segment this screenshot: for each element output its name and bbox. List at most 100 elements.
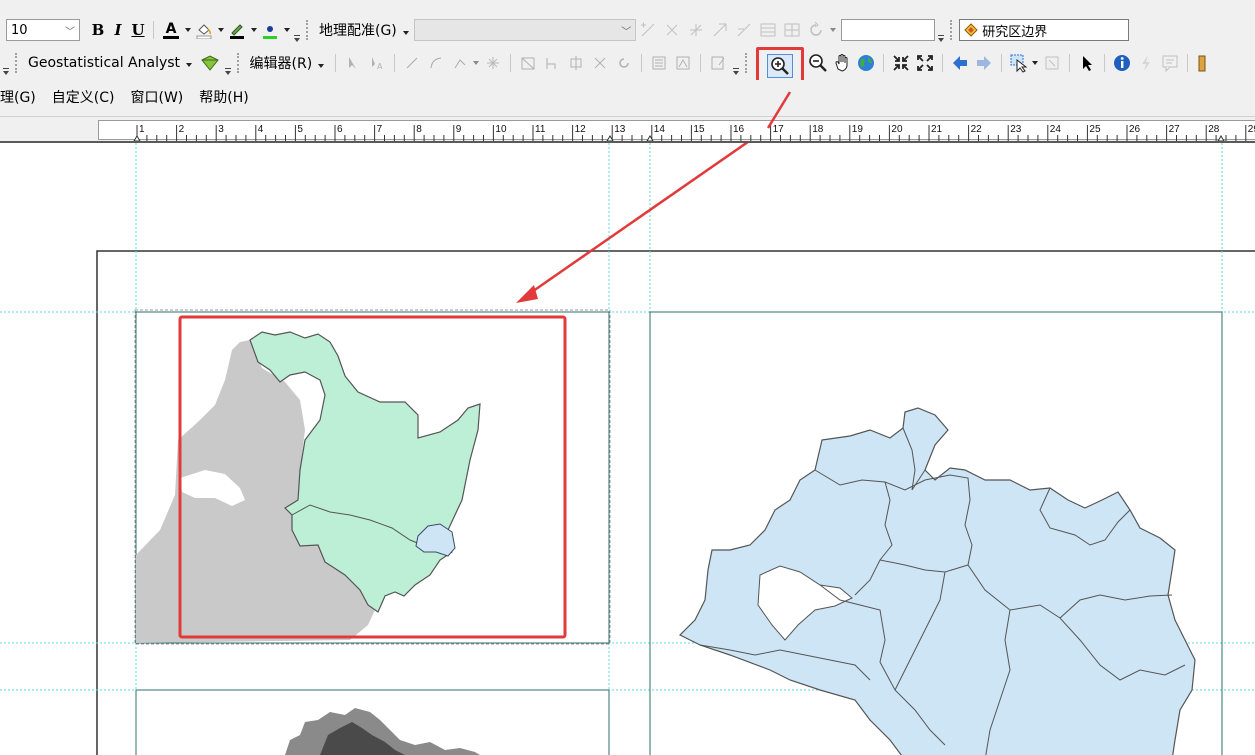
rotation-input[interactable] <box>841 19 936 41</box>
view-link-table-icon[interactable] <box>757 19 779 41</box>
reshape-icon[interactable] <box>541 52 563 74</box>
auto-adjust-icon[interactable] <box>661 19 683 41</box>
georeferencing-menu[interactable]: 地理配准(G) <box>315 20 414 40</box>
geostatistical-wizard-icon[interactable] <box>199 52 221 74</box>
select-features-dropdown[interactable] <box>1031 59 1040 67</box>
svg-text:A: A <box>377 62 383 71</box>
full-extent-button[interactable] <box>855 52 877 74</box>
menu-geoprocessing[interactable]: 理(G) <box>0 87 44 107</box>
fixed-zoom-out-button[interactable] <box>914 52 936 74</box>
horizontal-ruler[interactable]: 1 2 3 4 5 6 7 8 9 10 11 12 13 14 15 16 17 18 19 20 21 22 23 24 2… <box>0 116 1255 142</box>
cut-polygon-icon[interactable] <box>565 52 587 74</box>
clear-selection-button[interactable] <box>1041 52 1063 74</box>
marker-color-button[interactable] <box>259 19 281 41</box>
marker-color-dropdown[interactable] <box>282 26 291 34</box>
separator <box>334 54 336 72</box>
toolbar-options-button[interactable] <box>732 59 740 75</box>
rotate-dropdown[interactable] <box>828 26 837 34</box>
toolbar-grip[interactable] <box>15 53 21 73</box>
measure-button[interactable] <box>1194 52 1216 74</box>
rotate-points-icon[interactable] <box>685 19 707 41</box>
create-features-icon[interactable] <box>707 52 729 74</box>
zoom-in-button[interactable] <box>755 47 804 80</box>
ruler-tick-label: 1 <box>139 124 145 135</box>
fill-color-dropdown[interactable] <box>216 26 225 34</box>
toolbar-row-2: Geostatistical Analyst 编辑器(R) A <box>0 46 1255 80</box>
ruler-tick-label: 5 <box>297 124 303 135</box>
end-point-arc-icon[interactable] <box>425 52 447 74</box>
underline-button[interactable]: U <box>128 21 148 39</box>
scale-points-icon[interactable] <box>709 19 731 41</box>
fill-color-button[interactable] <box>193 19 215 41</box>
toolbar-grip[interactable] <box>306 20 312 40</box>
rotate-feature-icon[interactable] <box>613 52 635 74</box>
sketch-properties-icon[interactable] <box>672 52 694 74</box>
zoom-out-button[interactable] <box>807 52 829 74</box>
ruler-tick-label: 23 <box>1010 124 1022 135</box>
arrow-left-icon <box>952 56 967 70</box>
ruler-tick-label: 10 <box>495 124 507 135</box>
separator <box>882 54 884 72</box>
table-icon[interactable] <box>781 19 803 41</box>
identify-button[interactable] <box>1111 52 1133 74</box>
ruler-tick-label: 8 <box>416 124 422 135</box>
ruler-tick-label: 17 <box>773 124 785 135</box>
hyperlink-button[interactable] <box>1135 52 1157 74</box>
rotate-icon[interactable] <box>805 19 827 41</box>
ruler-tick-label: 7 <box>377 124 383 135</box>
toolbar-grip[interactable] <box>236 53 243 73</box>
toolbar-grip[interactable] <box>744 53 751 73</box>
georef-layer-select[interactable]: ﹀ <box>414 19 637 41</box>
go-back-button[interactable] <box>949 52 971 74</box>
italic-button[interactable]: I <box>108 21 128 39</box>
point-icon[interactable] <box>482 52 504 74</box>
separator <box>1068 54 1070 72</box>
edit-annotation-icon[interactable]: A <box>366 52 388 74</box>
ruler-tick-label: 25 <box>1089 124 1101 135</box>
edit-tool-icon[interactable] <box>342 52 364 74</box>
pan-button[interactable] <box>831 52 853 74</box>
font-color-button[interactable]: A <box>160 19 182 41</box>
construction-dropdown[interactable] <box>472 59 481 67</box>
layout-view[interactable] <box>0 143 1255 755</box>
target-layer-select[interactable]: 研究区边界 <box>959 19 1130 41</box>
attributes-icon[interactable] <box>648 52 670 74</box>
ruler-tick-label: 9 <box>456 124 462 135</box>
add-control-points-icon[interactable] <box>637 19 659 41</box>
straight-segment-icon[interactable] <box>401 52 423 74</box>
toolbar-options-button[interactable] <box>293 26 301 42</box>
globe-icon <box>857 55 874 71</box>
line-color-dropdown[interactable] <box>249 26 258 34</box>
ruler-tick-label: 21 <box>931 124 943 135</box>
fixed-zoom-in-button[interactable] <box>890 52 912 74</box>
ruler-tick-label: 14 <box>654 124 666 135</box>
shift-points-icon[interactable] <box>733 19 755 41</box>
go-forward-button[interactable] <box>973 52 995 74</box>
bold-button[interactable]: B <box>88 21 108 39</box>
separator <box>699 54 701 72</box>
ruler-tick-label: 6 <box>337 124 343 135</box>
split-icon[interactable] <box>589 52 611 74</box>
popup-icon <box>1162 55 1178 72</box>
toolbar-grip[interactable] <box>950 20 956 40</box>
trace-icon[interactable] <box>449 52 471 74</box>
font-size-select[interactable]: 10 ﹀ <box>6 19 80 41</box>
font-color-dropdown[interactable] <box>183 26 192 34</box>
select-elements-button[interactable] <box>1076 52 1098 74</box>
html-popup-button[interactable] <box>1159 52 1181 74</box>
ruler-tick-label: 2 <box>179 124 185 135</box>
layer-diamond-icon <box>964 23 978 37</box>
toolbar-options-button[interactable] <box>937 26 945 42</box>
menu-customize[interactable]: 自定义(C) <box>44 87 123 107</box>
toolbar-options-button[interactable] <box>224 59 232 75</box>
edit-vertices-icon[interactable] <box>517 52 539 74</box>
select-features-button[interactable] <box>1008 52 1030 74</box>
geostatistical-analyst-menu[interactable]: Geostatistical Analyst <box>24 55 198 71</box>
menu-help[interactable]: 帮助(H) <box>191 87 256 107</box>
toolbar-options-button[interactable] <box>2 59 10 75</box>
menu-windows[interactable]: 窗口(W) <box>122 87 191 107</box>
editor-menu[interactable]: 编辑器(R) <box>246 53 330 73</box>
line-color-button[interactable] <box>226 19 248 41</box>
info-icon <box>1113 55 1130 71</box>
ruler-tick-label: 16 <box>733 124 745 135</box>
